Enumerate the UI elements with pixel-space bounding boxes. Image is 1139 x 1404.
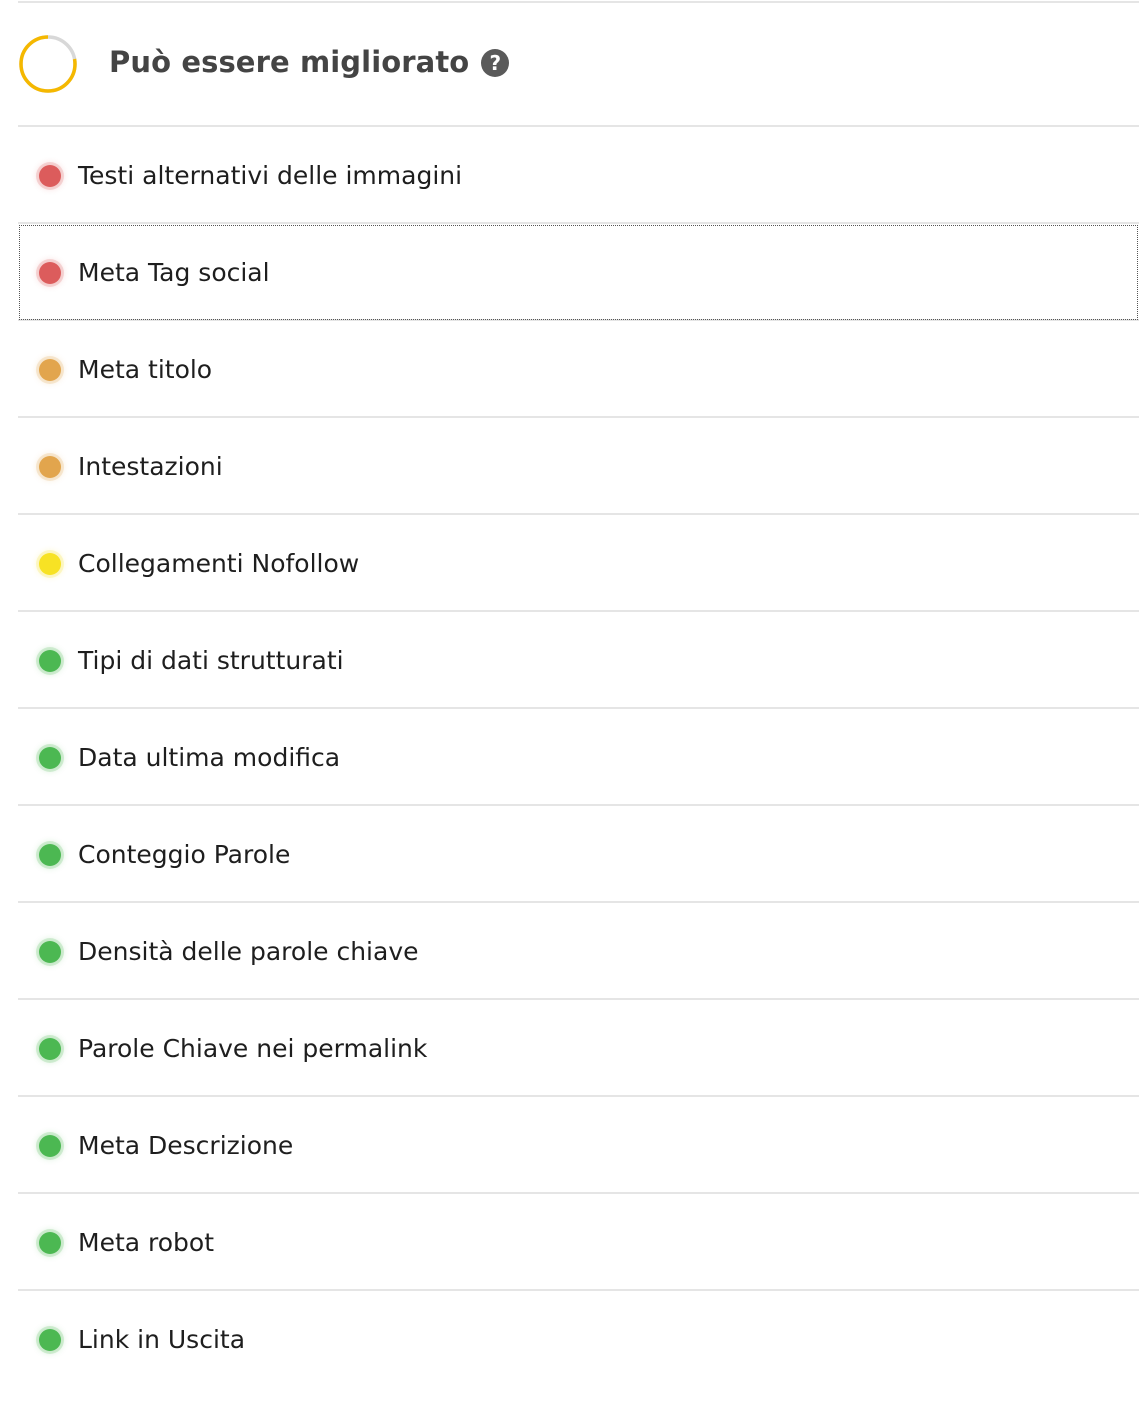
check-label: Intestazioni: [78, 452, 223, 481]
section-title: Può essere migliorato?: [109, 42, 510, 82]
check-list: Testi alternativi delle immagini Meta Tag…: [18, 127, 1139, 1386]
check-label: Parole Chiave nei permalink: [78, 1034, 428, 1063]
status-dot-icon: [39, 1232, 61, 1254]
check-item[interactable]: Collegamenti Nofollow: [18, 515, 1139, 612]
check-item[interactable]: Intestazioni: [18, 418, 1139, 515]
status-dot-icon: [39, 747, 61, 769]
status-dot-icon: [39, 553, 61, 575]
check-item[interactable]: Parole Chiave nei permalink: [18, 1000, 1139, 1097]
check-label: Conteggio Parole: [78, 840, 291, 869]
check-label: Testi alternativi delle immagini: [78, 161, 463, 190]
question-circle-icon[interactable]: ?: [481, 49, 510, 77]
status-dot-icon: [39, 1329, 61, 1351]
check-item[interactable]: Testi alternativi delle immagini: [18, 127, 1139, 224]
check-item[interactable]: Tipi di dati strutturati: [18, 612, 1139, 709]
status-dot-icon: [39, 844, 61, 866]
status-dot-icon: [39, 456, 61, 478]
status-dot-icon: [39, 650, 61, 672]
status-dot-icon: [39, 359, 61, 381]
check-label: Meta Tag social: [78, 258, 270, 287]
check-label: Tipi di dati strutturati: [78, 646, 344, 675]
status-dot-icon: [39, 262, 61, 284]
section-header: Può essere migliorato?: [18, 3, 1139, 127]
check-item[interactable]: Meta Descrizione: [18, 1097, 1139, 1194]
status-dot-icon: [39, 165, 61, 187]
check-label: Meta robot: [78, 1228, 215, 1257]
check-item[interactable]: Meta Tag social: [18, 224, 1139, 321]
check-item[interactable]: Meta robot: [18, 1194, 1139, 1291]
check-item[interactable]: Link in Uscita: [18, 1291, 1139, 1386]
status-dot-icon: [39, 1135, 61, 1157]
check-label: Collegamenti Nofollow: [78, 549, 360, 578]
check-label: Link in Uscita: [78, 1325, 246, 1354]
check-label: Densità delle parole chiave: [78, 937, 419, 966]
score-ring-icon: [18, 34, 78, 94]
section-title-text: Può essere migliorato: [109, 45, 470, 79]
check-item[interactable]: Data ultima modifica: [18, 709, 1139, 806]
check-item[interactable]: Densità delle parole chiave: [18, 903, 1139, 1000]
status-dot-icon: [39, 941, 61, 963]
check-label: Meta titolo: [78, 355, 213, 384]
check-label: Data ultima modifica: [78, 743, 341, 772]
check-item[interactable]: Meta titolo: [18, 321, 1139, 418]
check-item[interactable]: Conteggio Parole: [18, 806, 1139, 903]
status-dot-icon: [39, 1038, 61, 1060]
check-label: Meta Descrizione: [78, 1131, 294, 1160]
